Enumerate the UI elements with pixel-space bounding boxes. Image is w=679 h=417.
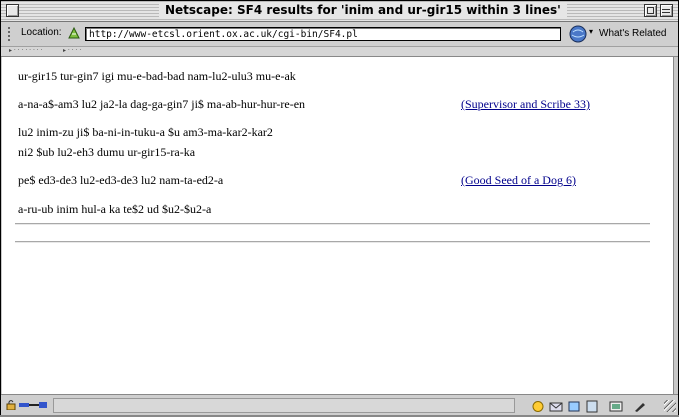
location-toolbar: Location: http://www-etcsl.orient.ox.ac.…	[1, 22, 678, 47]
status-message-field	[53, 398, 515, 413]
collapsed-toolbar-tab-personal[interactable]: ▸ · · · ·	[63, 48, 81, 54]
window-resize-grip[interactable]	[664, 400, 676, 412]
result-source-link[interactable]: (Supervisor and Scribe 33)	[461, 97, 590, 112]
zoom-box-button[interactable]	[644, 4, 657, 17]
result-line: a-na-a$-am3 lu2 ja2-la dag-ga-gin7 ji$ m…	[18, 97, 306, 111]
browser-window: Netscape: SF4 results for 'inim and ur-g…	[0, 0, 679, 415]
mail-component-icon[interactable]	[549, 398, 563, 412]
page-content: ur-gir15 tur-gin7 igi mu-e-bad-bad nam-l…	[2, 57, 674, 394]
navigator-component-icon[interactable]	[531, 398, 545, 412]
toolbar-grip-handle[interactable]	[7, 26, 11, 42]
collapsed-toolbar-tab-navigation[interactable]: ▸ · · · · · · · ·	[9, 48, 43, 54]
result-line: ni2 $ub lu2-eh3 dumu ur-gir15-ra-ka	[18, 145, 196, 159]
result-line: ur-gir15 tur-gin7 igi mu-e-bad-bad nam-l…	[18, 69, 296, 83]
address-book-component-icon[interactable]	[585, 398, 599, 413]
collapse-box-button[interactable]	[660, 4, 673, 17]
page-edit-icon[interactable]	[633, 398, 647, 412]
url-input[interactable]: http://www-etcsl.orient.ox.ac.uk/cgi-bin…	[85, 27, 561, 41]
security-lock-icon[interactable]	[6, 399, 16, 410]
result-line: pe$ ed3-de3 lu2-ed3-de3 lu2 nam-ta-ed2-a	[18, 173, 224, 187]
newsgroups-component-icon[interactable]	[567, 398, 581, 412]
collapsed-toolbar-tabs: ▸ · · · · · · · · ▸ · · · ·	[1, 47, 678, 57]
result-source-link[interactable]: (Good Seed of a Dog 6)	[461, 173, 576, 188]
status-bar	[1, 394, 678, 415]
result-line: a-ru-ub inim hul-a ka te$2 ud $u2-$u2-a	[18, 202, 212, 216]
window-title: Netscape: SF4 results for 'inim and ur-g…	[159, 2, 567, 19]
whats-related-icon[interactable]	[569, 25, 587, 43]
composer-component-icon[interactable]	[609, 398, 623, 412]
horizontal-rule	[15, 241, 650, 243]
related-dropdown-arrow-icon[interactable]: ▾	[589, 28, 593, 36]
horizontal-rule	[15, 223, 650, 225]
location-label: Location:	[21, 27, 62, 38]
connection-status-icon	[19, 402, 47, 408]
result-line: lu2 inim-zu ji$ ba-ni-in-tuku-a $u am3-m…	[18, 125, 273, 139]
location-proxy-icon[interactable]	[67, 26, 81, 40]
vertical-scrollbar[interactable]	[674, 57, 678, 394]
title-bar[interactable]: Netscape: SF4 results for 'inim and ur-g…	[1, 1, 678, 22]
whats-related-button[interactable]: What's Related	[599, 28, 667, 39]
close-box-button[interactable]	[6, 4, 19, 17]
